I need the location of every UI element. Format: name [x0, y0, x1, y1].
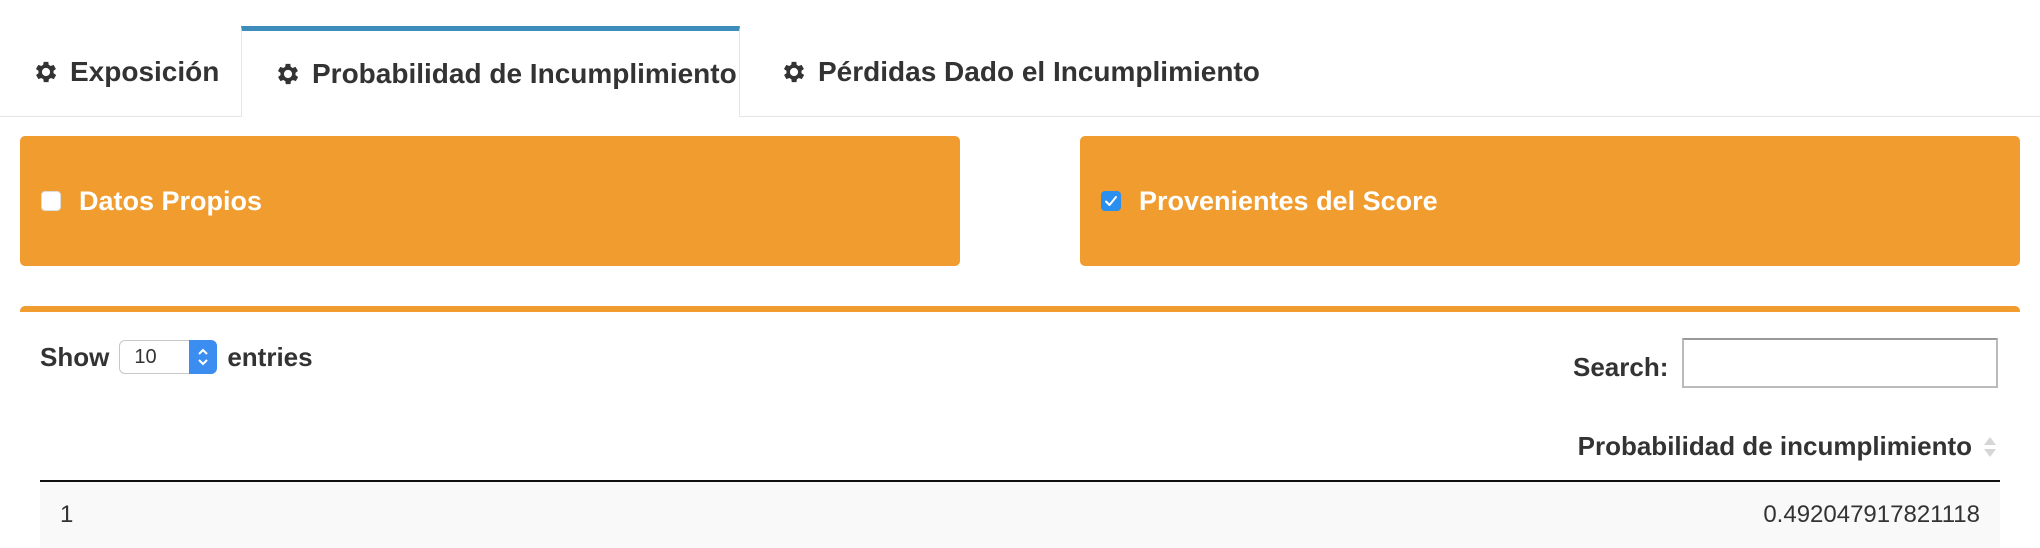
- sort-icon: [1984, 437, 1996, 457]
- entries-label: entries: [227, 341, 313, 372]
- gear-icon: [35, 61, 57, 83]
- tab-perdidas-dado-incumplimiento[interactable]: Pérdidas Dado el Incumplimiento: [780, 28, 1260, 116]
- provenientes-score-label[interactable]: Provenientes del Score: [1139, 186, 1438, 217]
- search-input[interactable]: [1682, 338, 1998, 388]
- entries-select[interactable]: 10: [119, 340, 218, 374]
- length-control: Show 10 entries: [40, 340, 313, 374]
- tab-label: Exposición: [70, 56, 220, 87]
- table-row: 1 0.492047917821118: [40, 482, 2000, 548]
- gear-icon: [277, 63, 299, 85]
- checkmark-icon: [1105, 196, 1117, 206]
- search-label: Search:: [1573, 352, 1669, 382]
- datos-propios-box: Datos Propios: [20, 136, 960, 266]
- gear-icon: [783, 61, 805, 83]
- row-value: 0.492047917821118: [1763, 501, 1980, 528]
- column-header-probabilidad[interactable]: Probabilidad de incumplimiento: [40, 412, 2000, 482]
- select-arrows-icon: [189, 340, 218, 374]
- tab-probabilidad-incumplimiento[interactable]: Probabilidad de Incumplimiento: [241, 26, 740, 117]
- row-index: 1: [60, 501, 74, 528]
- tab-label: Pérdidas Dado el Incumplimiento: [818, 56, 1260, 87]
- show-label: Show: [40, 341, 110, 372]
- tab-bar: Exposición Probabilidad de Incumplimient…: [0, 0, 2040, 117]
- data-table-box: Show 10 entries Search: Probabilidad de …: [20, 306, 2020, 548]
- entries-value: 10: [134, 345, 157, 368]
- tab-label: Probabilidad de Incumplimiento: [312, 58, 737, 89]
- column-header-label: Probabilidad de incumplimiento: [1577, 430, 1972, 461]
- provenientes-score-checkbox[interactable]: [1101, 191, 1121, 211]
- provenientes-score-box: Provenientes del Score: [1080, 136, 2020, 266]
- datos-propios-label[interactable]: Datos Propios: [79, 186, 262, 217]
- tab-exposicion[interactable]: Exposición: [32, 28, 219, 116]
- datos-propios-checkbox[interactable]: [41, 191, 61, 211]
